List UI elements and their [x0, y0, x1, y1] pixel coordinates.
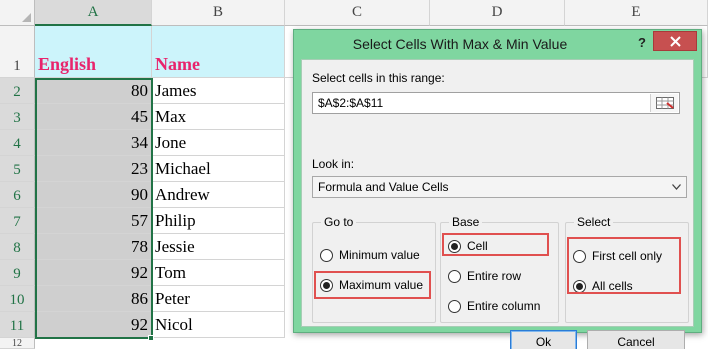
maximum-value-label: Maximum value [339, 278, 424, 292]
radio-indicator [573, 249, 586, 263]
cell-a1[interactable]: English [35, 26, 152, 78]
all-cells-radio[interactable]: All cells [573, 279, 633, 293]
row-header-5[interactable]: 5 [0, 156, 35, 182]
radio-indicator [573, 279, 586, 293]
cell-b1[interactable]: Name [152, 26, 285, 78]
help-button[interactable]: ? [633, 33, 651, 53]
radio-indicator [448, 269, 461, 283]
cell-name[interactable]: James [152, 78, 285, 104]
row-header-9[interactable]: 9 [0, 260, 35, 286]
maximum-value-radio[interactable]: Maximum value [320, 278, 423, 292]
base-group: Base Cell Entire row Entire column [440, 215, 559, 323]
fill-handle[interactable] [148, 335, 154, 341]
row-header-7[interactable]: 7 [0, 208, 35, 234]
dialog-titlebar[interactable]: Select Cells With Max & Min Value ? [294, 30, 701, 59]
lookin-dropdown[interactable]: Formula and Value Cells [312, 176, 687, 198]
column-header-d[interactable]: D [430, 0, 565, 26]
cell-name[interactable]: Jessie [152, 234, 285, 260]
first-cell-only-label: First cell only [592, 249, 663, 263]
lookin-value: Formula and Value Cells [318, 180, 449, 194]
cell-english-value[interactable]: 90 [35, 182, 152, 208]
cell-name[interactable]: Peter [152, 286, 285, 312]
ok-button[interactable]: Ok [510, 330, 577, 349]
dialog-title: Select Cells With Max & Min Value [352, 36, 568, 52]
row-header-4[interactable]: 4 [0, 130, 35, 156]
cell-english-value[interactable]: 92 [35, 312, 152, 338]
cancel-button[interactable]: Cancel [587, 330, 685, 349]
cell-name[interactable]: Andrew [152, 182, 285, 208]
row-header-6[interactable]: 6 [0, 182, 35, 208]
cell-english-value[interactable]: 57 [35, 208, 152, 234]
base-title: Base [449, 215, 483, 229]
dialog-body: Select cells in this range: $A$2:$A$11 L… [301, 59, 694, 349]
select-title: Select [574, 215, 614, 229]
cell-radio[interactable]: Cell [448, 239, 488, 253]
select-all-corner[interactable] [0, 0, 35, 26]
goto-group: Go to Minimum value Maximum value [312, 215, 436, 323]
radio-indicator [448, 239, 461, 253]
select-group: Select First cell only All cells [565, 215, 689, 323]
cell-english-value[interactable]: 86 [35, 286, 152, 312]
cell-name[interactable]: Tom [152, 260, 285, 286]
goto-title: Go to [321, 215, 357, 229]
cell-name[interactable]: Jone [152, 130, 285, 156]
range-input[interactable]: $A$2:$A$11 [312, 92, 680, 114]
cell-english-value[interactable]: 34 [35, 130, 152, 156]
minimum-value-label: Minimum value [339, 248, 420, 262]
column-header-e[interactable]: E [565, 0, 708, 26]
cell-english-value[interactable]: 80 [35, 78, 152, 104]
close-icon [669, 35, 681, 47]
entire-column-label: Entire column [467, 299, 541, 313]
column-header-c[interactable]: C [285, 0, 430, 26]
close-button[interactable] [653, 31, 697, 51]
range-label: Select cells in this range: [312, 71, 445, 85]
entire-column-radio[interactable]: Entire column [448, 299, 540, 313]
cell-name[interactable]: Michael [152, 156, 285, 182]
cell-name[interactable]: Philip [152, 208, 285, 234]
row-header-12[interactable]: 12 [0, 338, 35, 349]
row-header-1[interactable]: 1 [0, 26, 35, 78]
row-header-8[interactable]: 8 [0, 234, 35, 260]
column-header-b[interactable]: B [152, 0, 285, 26]
chevron-down-icon [670, 181, 682, 193]
cell-english-value[interactable]: 78 [35, 234, 152, 260]
radio-indicator [320, 278, 333, 292]
minimum-value-radio[interactable]: Minimum value [320, 248, 420, 262]
select-max-min-dialog: Select Cells With Max & Min Value ? Sele… [293, 29, 702, 349]
radio-indicator [320, 248, 333, 262]
radio-indicator [448, 299, 461, 313]
cell-name[interactable]: Nicol [152, 312, 285, 338]
row-header-2[interactable]: 2 [0, 78, 35, 104]
column-header-a[interactable]: A [35, 0, 152, 26]
cell-english-value[interactable]: 23 [35, 156, 152, 182]
cell-label: Cell [467, 239, 488, 253]
row-header-11[interactable]: 11 [0, 312, 35, 338]
first-cell-only-radio[interactable]: First cell only [573, 249, 662, 263]
range-picker-button[interactable] [650, 94, 678, 112]
entire-row-label: Entire row [467, 269, 522, 283]
cell-english-value[interactable]: 92 [35, 260, 152, 286]
range-select-icon [655, 97, 674, 109]
row-header-10[interactable]: 10 [0, 286, 35, 312]
row-header-3[interactable]: 3 [0, 104, 35, 130]
lookin-label: Look in: [312, 157, 355, 171]
cell-name[interactable]: Max [152, 104, 285, 130]
cell-english-value[interactable]: 45 [35, 104, 152, 130]
all-cells-label: All cells [592, 279, 633, 293]
entire-row-radio[interactable]: Entire row [448, 269, 521, 283]
